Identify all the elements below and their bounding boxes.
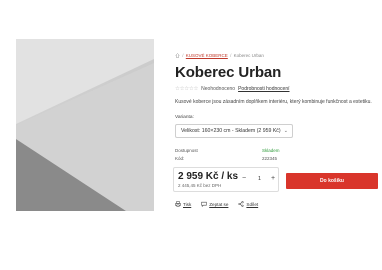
code-value: 222345 xyxy=(262,156,278,161)
variant-label: Varianta: xyxy=(175,115,194,120)
rating-details-link[interactable]: Podrobnosti hodnocení xyxy=(238,86,289,92)
carpet-image xyxy=(16,39,154,211)
product-actions: Tisk Zeptat se Sdílet xyxy=(175,201,258,207)
breadcrumb-separator: / xyxy=(230,53,232,58)
availability-label: Dostupnost xyxy=(175,148,198,153)
breadcrumb-category-link[interactable]: KUSOVÉ KOBERCE xyxy=(186,53,228,58)
print-label: Tisk xyxy=(183,201,192,207)
share-icon xyxy=(238,201,244,207)
rating-status: Neohodnoceno xyxy=(201,86,236,92)
print-link[interactable]: Tisk xyxy=(175,201,191,207)
code-label: Kód: xyxy=(175,156,185,161)
variant-selected-value: Velikost: 160×230 cm - Skladem (2 959 Kč… xyxy=(181,128,281,134)
quantity-input[interactable]: 1 xyxy=(258,176,261,182)
availability-value: Skladem xyxy=(262,148,280,153)
variant-select[interactable]: Velikost: 160×230 cm - Skladem (2 959 Kč… xyxy=(175,124,293,138)
printer-icon xyxy=(175,201,181,207)
product-description: Kusové koberce jsou zásadním doplňkem in… xyxy=(175,99,372,105)
ask-link[interactable]: Zeptat se xyxy=(201,201,228,207)
share-link[interactable]: Sdílet xyxy=(238,201,258,207)
quantity-increase-button[interactable]: + xyxy=(271,175,275,182)
price-without-vat: 2 445,45 Kč bez DPH xyxy=(178,183,222,188)
rating-row: ☆☆☆☆☆ Neohodnoceno Podrobnosti hodnocení xyxy=(175,86,290,92)
product-title: Koberec Urban xyxy=(175,64,282,81)
home-icon[interactable] xyxy=(175,53,180,58)
product-image[interactable] xyxy=(16,39,154,211)
add-to-cart-button[interactable]: Do košíku xyxy=(286,173,378,189)
share-label: Sdílet xyxy=(246,201,259,207)
breadcrumb-current: Koberec Urban xyxy=(233,53,264,58)
breadcrumb: / KUSOVÉ KOBERCE / Koberec Urban xyxy=(175,53,264,58)
ask-label: Zeptat se xyxy=(209,201,229,207)
chevron-down-icon: ⌄ xyxy=(283,128,288,134)
breadcrumb-separator: / xyxy=(182,53,184,58)
price-main: 2 959 Kč / ks xyxy=(178,171,239,182)
quantity-decrease-button[interactable]: − xyxy=(242,175,246,182)
rating-stars-icon[interactable]: ☆☆☆☆☆ xyxy=(175,86,198,92)
chat-icon xyxy=(201,201,207,207)
